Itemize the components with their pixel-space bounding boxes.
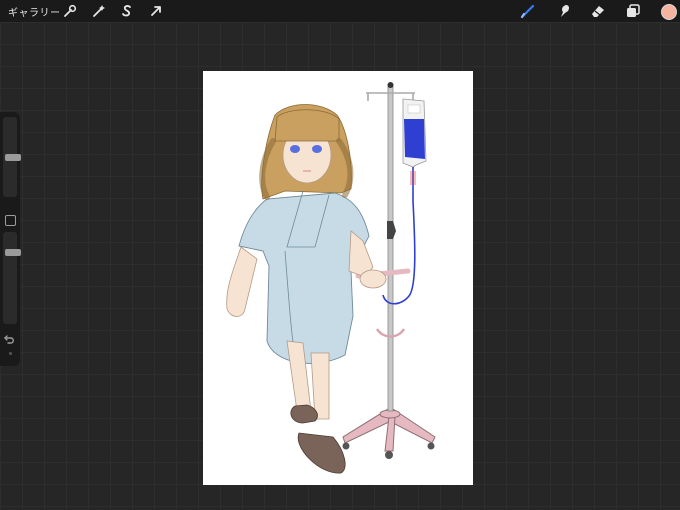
layers-icon[interactable] [625, 3, 641, 19]
eraser-icon[interactable] [590, 3, 606, 19]
brush-size-handle[interactable] [5, 154, 21, 161]
brush-icon[interactable] [520, 3, 536, 19]
iv-pole-base [342, 408, 436, 452]
gallery-button[interactable]: ギャラリー [8, 4, 61, 19]
hand [359, 269, 387, 289]
top-toolbar: ギャラリー [0, 0, 680, 22]
magic-wand-icon[interactable] [91, 3, 107, 19]
iv-pole [387, 84, 394, 412]
smudge-icon[interactable] [556, 3, 572, 19]
opacity-handle[interactable] [5, 249, 21, 256]
square-icon[interactable] [5, 215, 16, 226]
slipper-right [297, 432, 346, 474]
opacity-slider[interactable] [3, 232, 21, 324]
iv-bag [402, 98, 427, 168]
wrench-icon[interactable] [62, 3, 78, 19]
pole-clamp [387, 221, 396, 239]
arrow-cursor-icon[interactable] [148, 3, 164, 19]
artwork [226, 82, 436, 474]
redo-icon[interactable] [9, 352, 12, 355]
slipper-left [290, 404, 318, 424]
color-swatch[interactable] [661, 4, 677, 20]
drawing-canvas[interactable] [203, 71, 473, 485]
undo-icon[interactable] [3, 332, 17, 346]
left-sidebar [0, 112, 21, 366]
brush-size-slider[interactable] [3, 117, 21, 197]
selection-s-icon[interactable] [119, 3, 135, 19]
gown [238, 192, 370, 364]
